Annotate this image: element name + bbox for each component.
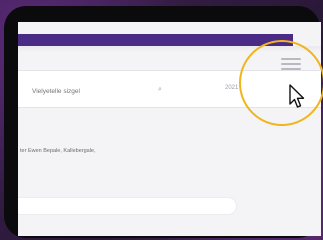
message-input[interactable] <box>18 198 236 214</box>
cursor-icon <box>289 84 305 108</box>
app-header-bar <box>18 34 293 46</box>
content-text: ter Ewen Bepale, Kallebergale, <box>20 148 96 154</box>
highlight-circle <box>239 40 323 126</box>
search-input[interactable] <box>30 83 174 99</box>
date-filter[interactable]: 2021 <box>225 85 238 91</box>
search-icon[interactable]: ⌕ <box>158 86 162 94</box>
